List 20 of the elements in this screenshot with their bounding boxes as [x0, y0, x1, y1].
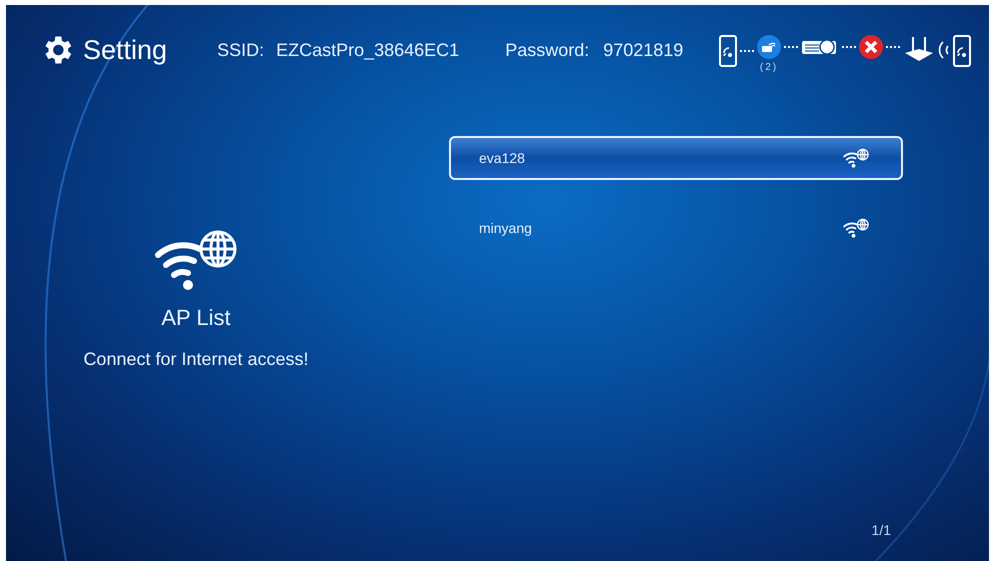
- ssid-label: SSID:: [217, 38, 264, 62]
- page-indicator: 1/1: [872, 521, 891, 540]
- ssid-value: EZCastPro_38646EC1: [276, 38, 460, 62]
- phone-icon: [953, 35, 971, 67]
- access-point-item[interactable]: eva128: [449, 136, 903, 180]
- phone-icon: [719, 35, 737, 67]
- wifi-globe-icon: [843, 218, 869, 238]
- wifi-globe-icon: [154, 229, 238, 291]
- password-value: 97021819: [603, 38, 684, 62]
- projector-icon: [801, 38, 839, 56]
- wifi-globe-icon: [843, 148, 869, 168]
- page-title: Setting: [83, 34, 168, 67]
- info-subtitle: Connect for Internet access!: [83, 348, 309, 371]
- info-title: AP List: [161, 304, 231, 332]
- router-icon: [903, 35, 935, 63]
- projector-wifi-icon: [757, 35, 781, 59]
- password-label: Password:: [505, 38, 590, 62]
- wifi-waves-icon: [938, 41, 950, 59]
- access-point-item[interactable]: minyang: [449, 206, 903, 250]
- device-count: (2): [760, 61, 778, 75]
